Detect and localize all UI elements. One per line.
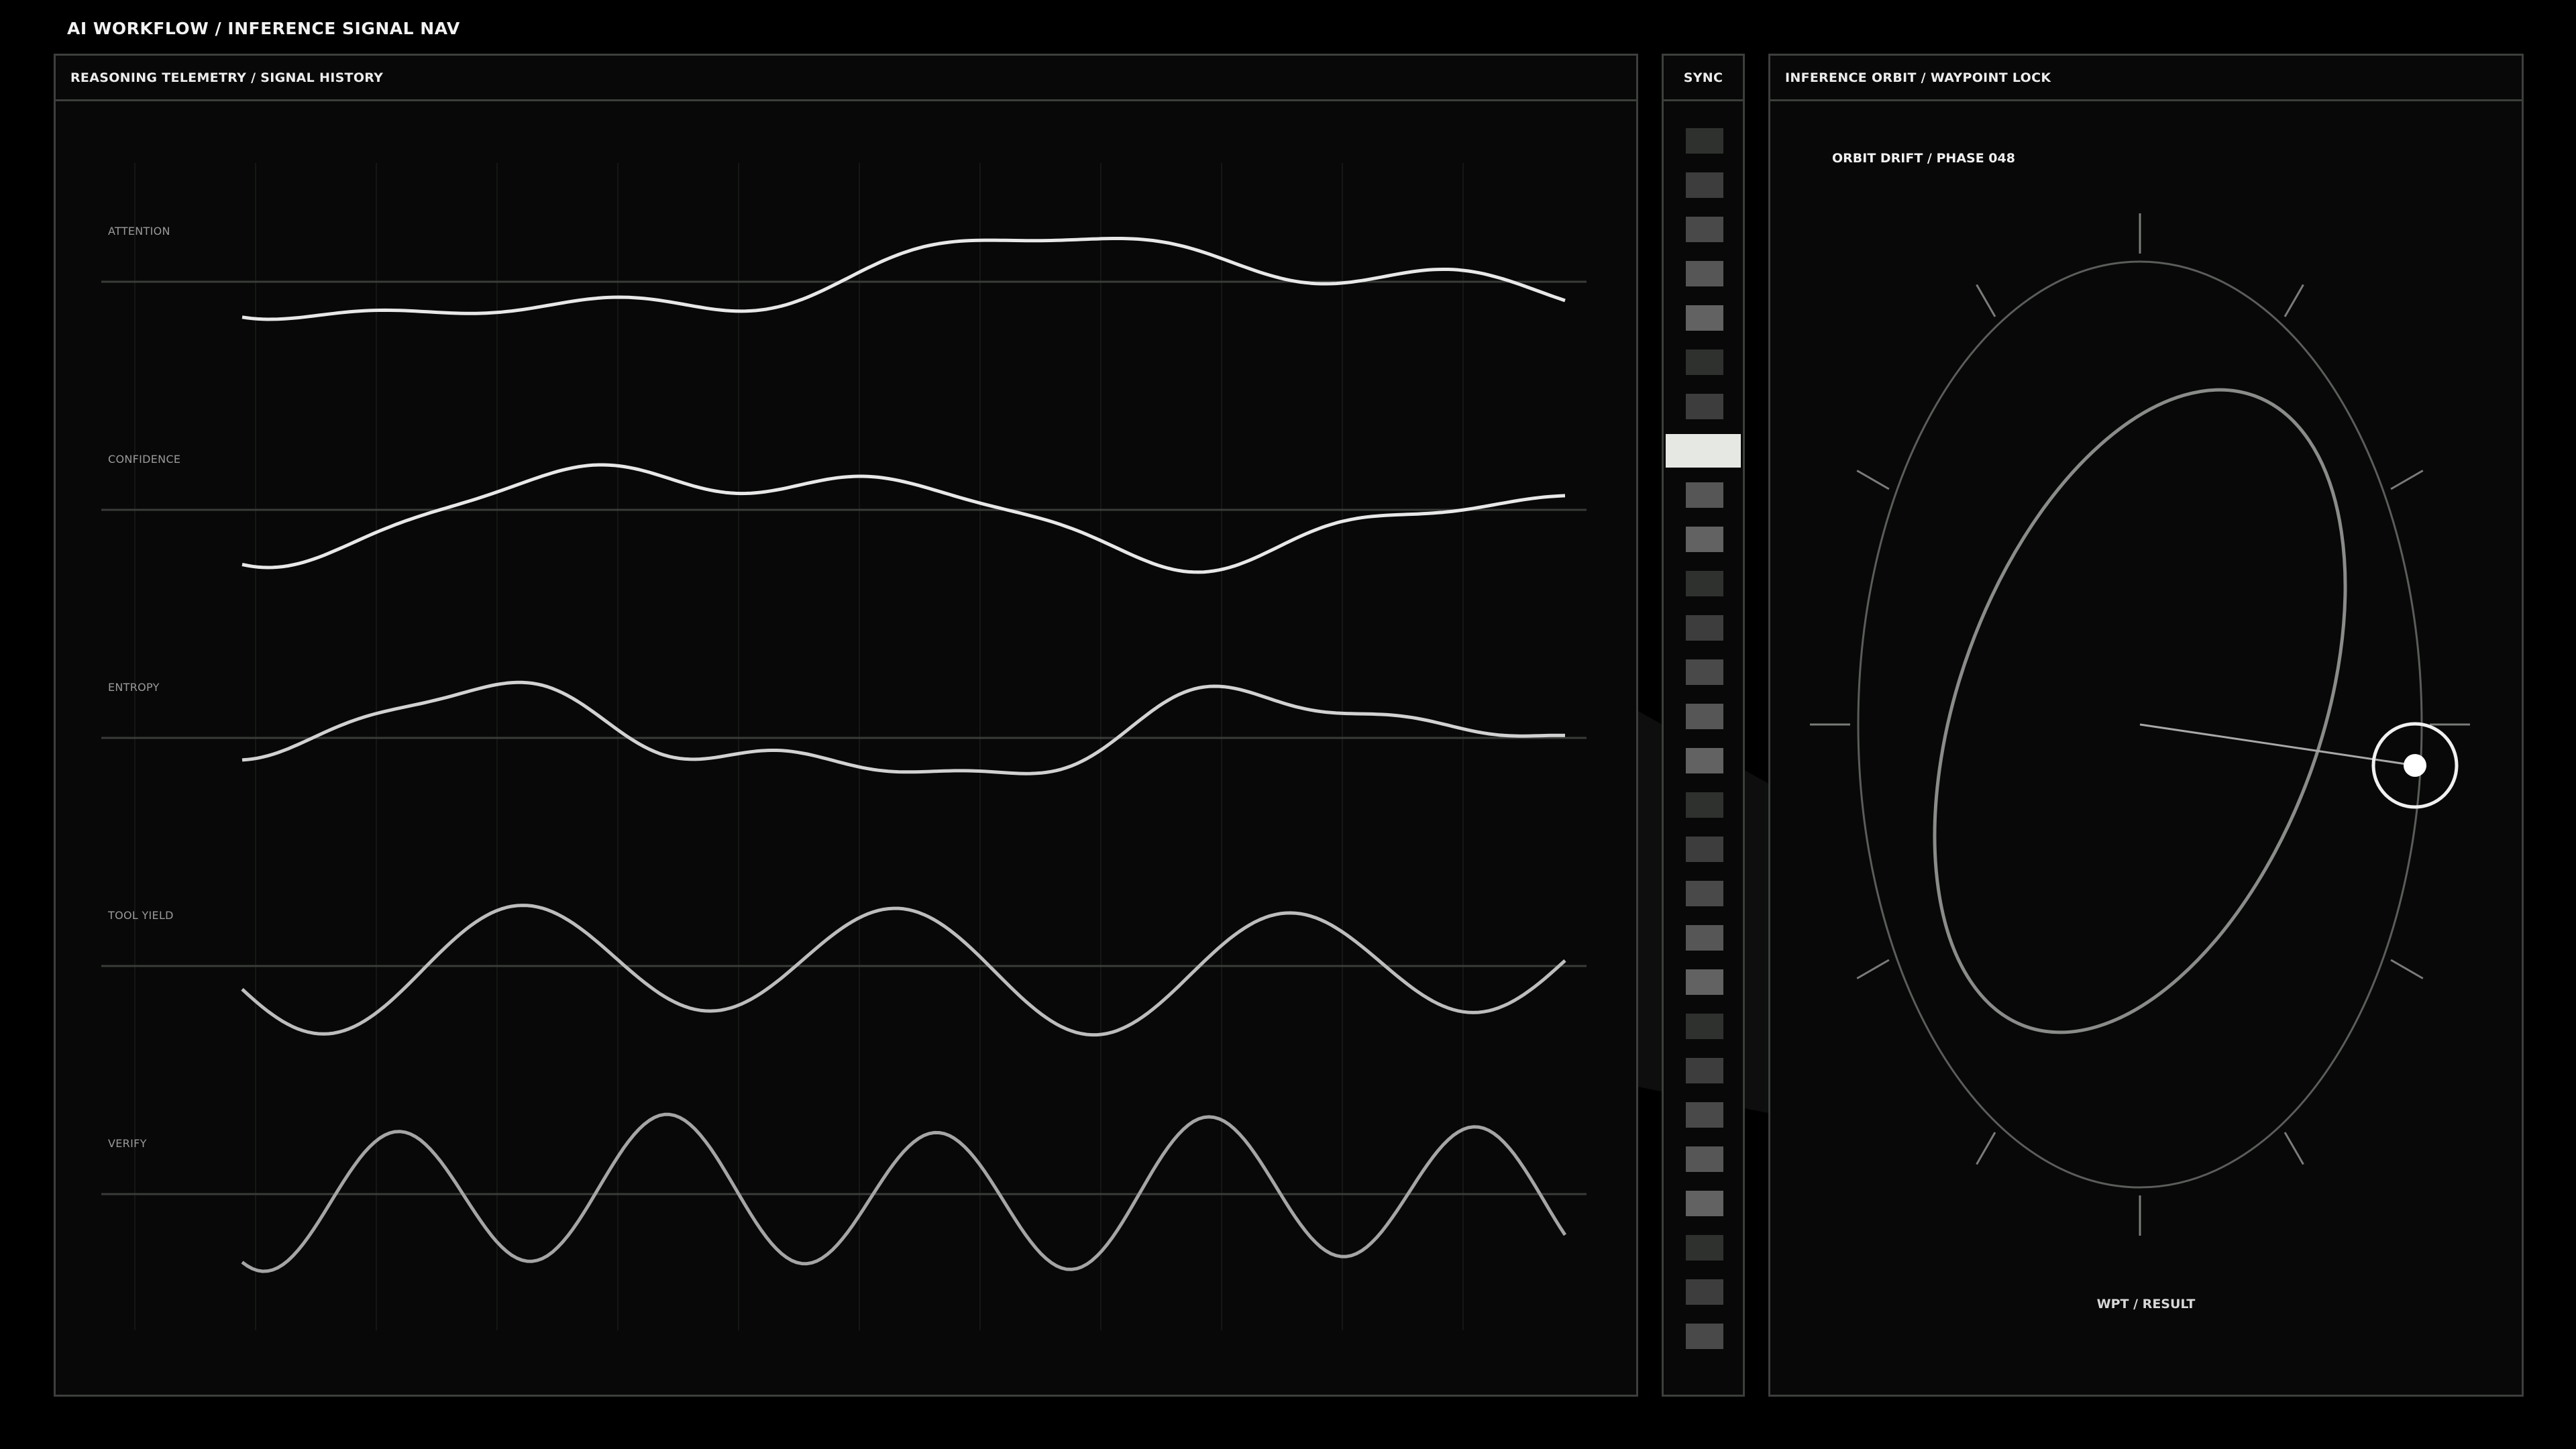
signal-label-confidence: CONFIDENCE [108, 453, 181, 466]
orbit-tick [2284, 284, 2304, 317]
grid-lines [134, 163, 1464, 1330]
sync-cell [1686, 128, 1723, 154]
sync-cell [1686, 394, 1723, 419]
signal-baselines [101, 280, 1587, 1195]
sync-panel-header: SYNC [1664, 56, 1743, 101]
orbit-footer: WPT / RESULT [2096, 1297, 2196, 1311]
sync-cell [1686, 217, 1723, 242]
sync-cell [1686, 1191, 1723, 1216]
sync-cell [1686, 305, 1723, 331]
telemetry-panel: REASONING TELEMETRY / SIGNAL HISTORY ATT… [54, 54, 1638, 1397]
sync-cell [1686, 1235, 1723, 1260]
sync-cell [1686, 571, 1723, 596]
sync-cell [1686, 350, 1723, 375]
sync-cell [1686, 1102, 1723, 1128]
orbit-tick [1976, 284, 1996, 317]
signal-history-chart [101, 163, 1587, 1330]
sync-cell [1686, 172, 1723, 198]
signal-wave [241, 1112, 1567, 1273]
sync-cell [1686, 925, 1723, 951]
sync-cell [1686, 527, 1723, 552]
orbit-tick [1856, 959, 1890, 979]
sync-cell [1686, 1058, 1723, 1083]
inner-orbit [1933, 388, 2347, 1034]
sync-cell [1686, 837, 1723, 862]
signal-wave [241, 463, 1566, 574]
signal-waves [241, 237, 1567, 1273]
sync-cell [1686, 615, 1723, 641]
sync-panel-title: SYNC [1683, 70, 1723, 85]
waypoint-marker [2404, 754, 2426, 777]
sync-cell [1686, 1014, 1723, 1039]
sync-cell [1686, 1146, 1723, 1172]
signal-label-verify: VERIFY [108, 1137, 147, 1150]
app-title: AI WORKFLOW / INFERENCE SIGNAL NAV [67, 19, 460, 38]
sync-cell [1686, 659, 1723, 685]
signal-wave [241, 237, 1566, 321]
sync-panel: SYNC [1662, 54, 1745, 1397]
signal-label-attention: ATTENTION [108, 225, 170, 237]
sync-cell [1686, 792, 1723, 818]
signal-label-tool-yield: TOOL YIELD [108, 909, 174, 922]
sync-cell [1686, 1279, 1723, 1305]
orbit-tick [1856, 470, 1890, 490]
orbit-tick [1976, 1132, 1996, 1165]
orbit-tick [2284, 1132, 2304, 1165]
signal-wave [241, 904, 1566, 1037]
sync-cell [1686, 1324, 1723, 1349]
signal-label-entropy: ENTROPY [108, 681, 160, 694]
sync-cell [1686, 704, 1723, 729]
orbit-tick [2390, 959, 2424, 979]
signal-wave [241, 680, 1566, 775]
sync-cell-active [1666, 434, 1741, 468]
sync-cell [1686, 969, 1723, 995]
sync-cell [1686, 881, 1723, 906]
orbit-tick [2390, 470, 2424, 490]
orbit-panel: INFERENCE ORBIT / WAYPOINT LOCK ORBIT DR… [1768, 54, 2524, 1397]
sync-cell [1686, 482, 1723, 508]
sync-cell [1686, 748, 1723, 773]
sync-cell [1686, 261, 1723, 286]
orbit-diagram [1810, 213, 2470, 1236]
